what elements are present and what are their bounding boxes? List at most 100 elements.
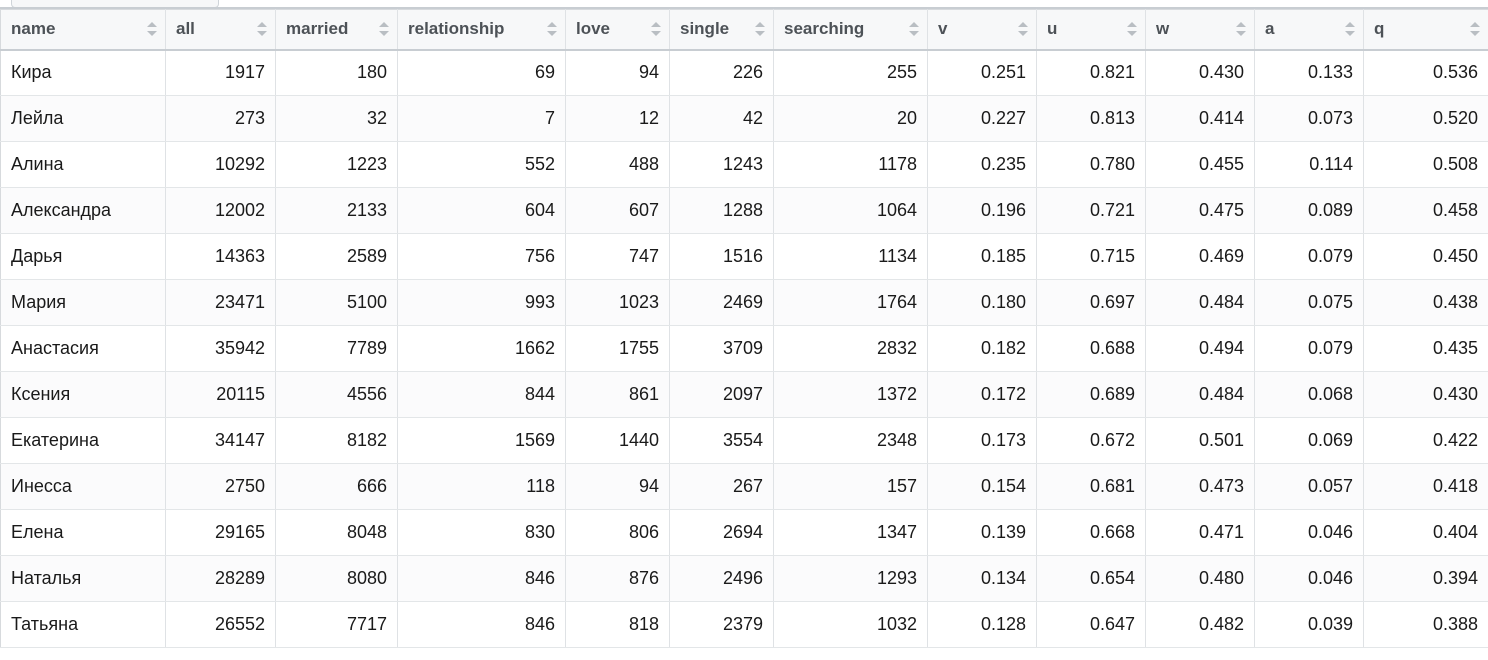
cell-love: 94 (565, 49, 670, 96)
sort-updown-icon[interactable] (1127, 21, 1137, 37)
cell-v: 0.196 (927, 187, 1037, 234)
cell-married: 1223 (275, 141, 398, 188)
sort-ascending-caret-icon (1345, 22, 1355, 28)
sort-descending-caret-icon (1127, 31, 1137, 37)
cell-married: 5100 (275, 279, 398, 326)
cell-searching: 157 (773, 463, 928, 510)
table-row[interactable]: Мария 23471 5100 993 1023 2469 1764 0.180 0.697 0… (0, 279, 1488, 326)
cell-married: 32 (275, 95, 398, 142)
table-row[interactable]: Анастасия 35942 7789 1662 1755 3709 2832 0.182 0… (0, 325, 1488, 372)
cell-u: 0.721 (1036, 187, 1146, 234)
cell-love: 1023 (565, 279, 670, 326)
sort-ascending-caret-icon (257, 22, 267, 28)
column-header-label: name (11, 19, 56, 39)
cell-u: 0.715 (1036, 233, 1146, 280)
cell-searching: 1372 (773, 371, 928, 418)
sort-descending-caret-icon (1236, 31, 1246, 37)
sort-updown-icon[interactable] (909, 21, 919, 37)
cell-v: 0.134 (927, 555, 1037, 602)
cell-q: 0.404 (1363, 509, 1488, 556)
cell-love: 12 (565, 95, 670, 142)
cell-love: 806 (565, 509, 670, 556)
cell-q: 0.388 (1363, 601, 1488, 648)
cell-name: Кира (0, 49, 166, 96)
column-header-relationship[interactable]: relationship (397, 9, 566, 51)
column-header-inner: searching (784, 19, 919, 39)
cell-v: 0.251 (927, 49, 1037, 96)
table-row[interactable]: Татьяна 26552 7717 846 818 2379 1032 0.128 0.647… (0, 601, 1488, 648)
column-header-label: married (286, 19, 349, 39)
sort-updown-icon[interactable] (147, 21, 157, 37)
cell-name: Екатерина (0, 417, 166, 464)
sort-ascending-caret-icon (379, 22, 389, 28)
sort-updown-icon[interactable] (1345, 21, 1355, 37)
table-row[interactable]: Елена 29165 8048 830 806 2694 1347 0.139 0.668 0.… (0, 509, 1488, 556)
cell-q: 0.508 (1363, 141, 1488, 188)
table-row[interactable]: Кира 1917 180 69 94 226 255 0.251 0.821 0.430 0.13… (0, 49, 1488, 96)
column-header-married[interactable]: married (275, 9, 398, 51)
table-row[interactable]: Инесса 2750 666 118 94 267 157 0.154 0.681 0.473 0… (0, 463, 1488, 510)
table-row[interactable]: Александра 12002 2133 604 607 1288 1064 0.196 0.… (0, 187, 1488, 234)
column-header-inner: a (1265, 19, 1355, 39)
sort-ascending-caret-icon (651, 22, 661, 28)
column-header-inner: all (176, 19, 267, 39)
column-header-searching[interactable]: searching (773, 9, 928, 51)
cell-relationship: 846 (397, 555, 566, 602)
column-header-single[interactable]: single (669, 9, 774, 51)
table-row[interactable]: Екатерина 34147 8182 1569 1440 3554 2348 0.173 0… (0, 417, 1488, 464)
sort-updown-icon[interactable] (379, 21, 389, 37)
column-header-inner: married (286, 19, 389, 39)
column-header-label: v (938, 19, 948, 39)
column-header-w[interactable]: w (1145, 9, 1255, 51)
sort-descending-caret-icon (651, 31, 661, 37)
sort-updown-icon[interactable] (547, 21, 557, 37)
column-header-label: love (576, 19, 611, 39)
table-row[interactable]: Ксения 20115 4556 844 861 2097 1372 0.172 0.689 0… (0, 371, 1488, 418)
table-row[interactable]: Лейла 273 32 7 12 42 20 0.227 0.813 0.414 0.073 0.5… (0, 95, 1488, 142)
cell-love: 94 (565, 463, 670, 510)
column-header-u[interactable]: u (1036, 9, 1146, 51)
sort-updown-icon[interactable] (1018, 21, 1028, 37)
cell-all: 29165 (165, 509, 276, 556)
cell-married: 666 (275, 463, 398, 510)
sort-updown-icon[interactable] (1236, 21, 1246, 37)
table-row[interactable]: Дарья 14363 2589 756 747 1516 1134 0.185 0.715 0.… (0, 233, 1488, 280)
sort-updown-icon[interactable] (651, 21, 661, 37)
cell-searching: 2832 (773, 325, 928, 372)
column-header-all[interactable]: all (165, 9, 276, 51)
cell-single: 3709 (669, 325, 774, 372)
cell-relationship: 69 (397, 49, 566, 96)
cell-w: 0.482 (1145, 601, 1255, 648)
cell-a: 0.046 (1254, 555, 1364, 602)
table-row[interactable]: Алина 10292 1223 552 488 1243 1178 0.235 0.780 0.… (0, 141, 1488, 188)
sort-ascending-caret-icon (547, 22, 557, 28)
cell-u: 0.813 (1036, 95, 1146, 142)
cell-v: 0.235 (927, 141, 1037, 188)
cell-v: 0.172 (927, 371, 1037, 418)
sort-descending-caret-icon (1345, 31, 1355, 37)
sort-updown-icon[interactable] (1470, 21, 1480, 37)
cell-name: Елена (0, 509, 166, 556)
table-row[interactable]: Наталья 28289 8080 846 876 2496 1293 0.134 0.654… (0, 555, 1488, 602)
column-header-label: searching (784, 19, 865, 39)
sort-descending-caret-icon (1470, 31, 1480, 37)
cell-a: 0.089 (1254, 187, 1364, 234)
cell-relationship: 552 (397, 141, 566, 188)
sort-updown-icon[interactable] (257, 21, 267, 37)
cell-relationship: 846 (397, 601, 566, 648)
column-header-v[interactable]: v (927, 9, 1037, 51)
cell-u: 0.681 (1036, 463, 1146, 510)
column-header-name[interactable]: name (0, 9, 166, 51)
cell-a: 0.069 (1254, 417, 1364, 464)
column-header-love[interactable]: love (565, 9, 670, 51)
column-header-q[interactable]: q (1363, 9, 1488, 51)
cell-name: Алина (0, 141, 166, 188)
table-scroll-container[interactable]: name all married relationship love single sear… (0, 9, 1488, 648)
cell-q: 0.394 (1363, 555, 1488, 602)
cell-v: 0.173 (927, 417, 1037, 464)
sort-ascending-caret-icon (1470, 22, 1480, 28)
sort-updown-icon[interactable] (755, 21, 765, 37)
cell-all: 12002 (165, 187, 276, 234)
column-header-a[interactable]: a (1254, 9, 1364, 51)
cell-searching: 255 (773, 49, 928, 96)
